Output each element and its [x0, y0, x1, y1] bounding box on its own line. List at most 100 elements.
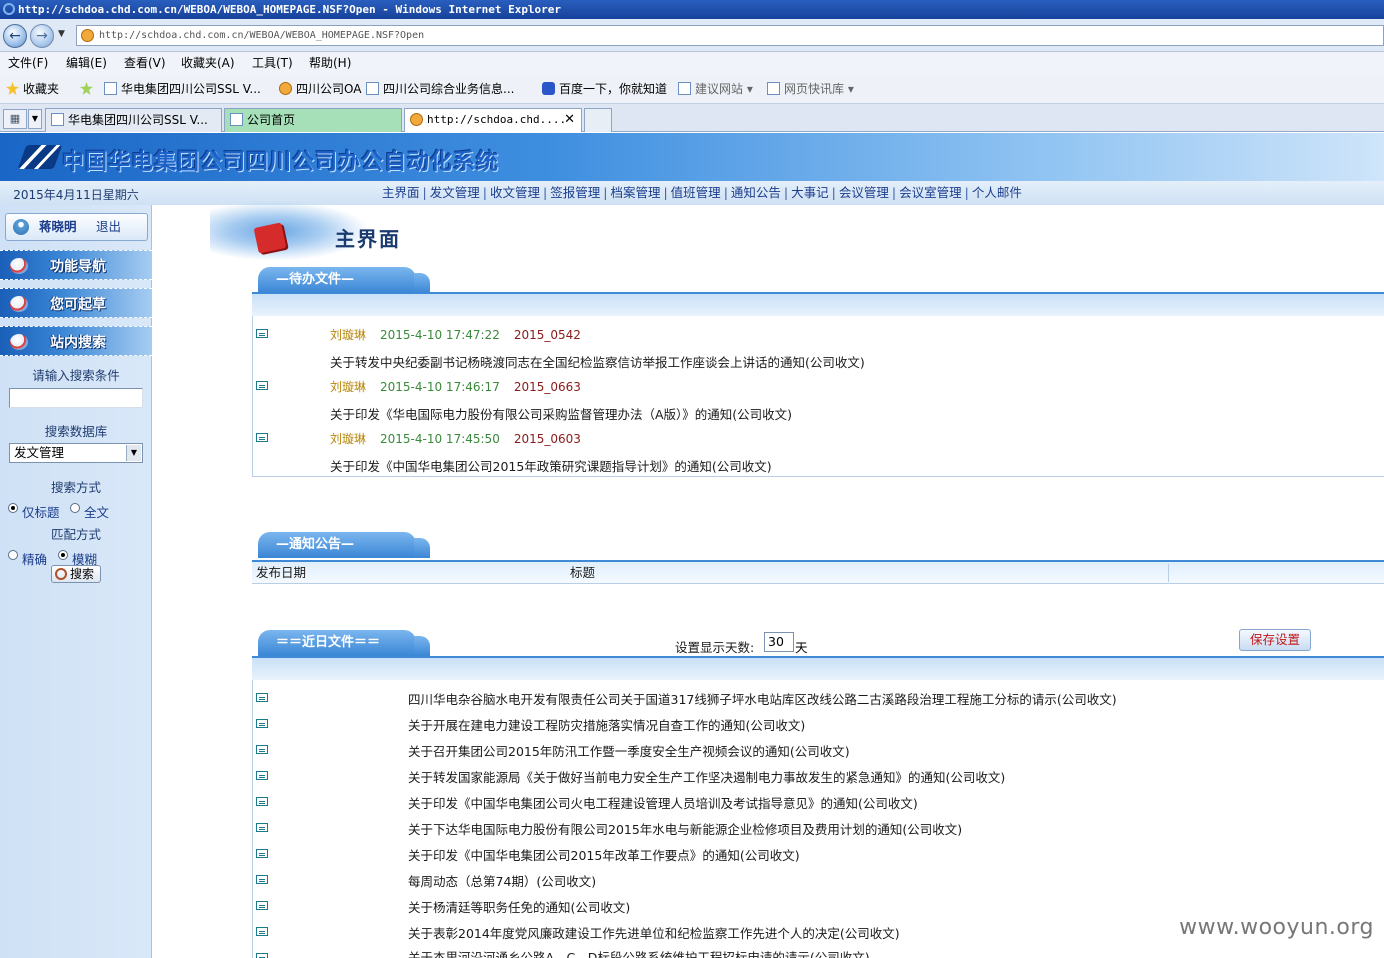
document-icon	[256, 329, 268, 338]
favorites-button[interactable]: 收藏夹	[6, 75, 59, 104]
pending-item-title[interactable]: 关于印发《中国华电集团公司2015年政策研究课题指导计划》的通知(公司收文)	[330, 456, 772, 475]
page-icon	[51, 113, 64, 126]
ie-logo-icon	[3, 3, 15, 15]
close-tab-icon[interactable]: ✕	[564, 109, 575, 131]
page-icon	[104, 82, 117, 95]
new-tab-button[interactable]	[584, 108, 612, 132]
nav-meeting-room[interactable]: 会议室管理	[899, 185, 962, 200]
recent-band	[252, 656, 1384, 680]
notice-col-date: 发布日期	[256, 565, 307, 580]
document-icon	[256, 953, 268, 958]
history-dropdown-icon[interactable]: ▼	[58, 29, 65, 39]
nav-notice[interactable]: 通知公告	[731, 185, 781, 200]
fav-link-info[interactable]: 四川公司综合业务信息...	[366, 75, 514, 104]
main-content: 主界面 —待办文件— 刘璇琳 2015-4-10 17:47:22 2015_054…	[152, 201, 1384, 958]
page-icon	[767, 82, 780, 95]
magnifier-icon	[55, 568, 67, 580]
nav-duty[interactable]: 值班管理	[671, 185, 721, 200]
document-icon	[256, 927, 268, 936]
recent-section-tab: ＝＝近日文件＝＝	[258, 630, 430, 656]
days-label: 设置显示天数:	[675, 640, 755, 655]
chevron-down-icon: ▼	[126, 445, 141, 461]
radio-exact[interactable]	[8, 550, 18, 560]
recent-item[interactable]: 关于开展在建电力建设工程防灾措施落实情况自查工作的通知(公司收文)	[408, 715, 805, 734]
pending-item-meta: 刘璇琳 2015-4-10 17:47:22 2015_0542	[330, 328, 581, 342]
forward-button[interactable]: →	[30, 24, 54, 48]
tab-home[interactable]: 公司首页	[224, 108, 402, 132]
user-name[interactable]: 蒋晓明	[39, 214, 77, 240]
menu-edit[interactable]: 编辑(E)	[66, 52, 107, 74]
fav-web-slice[interactable]: 网页快讯库 ▾	[767, 75, 854, 104]
nav-meeting[interactable]: 会议管理	[839, 185, 889, 200]
radio-full-text[interactable]	[70, 503, 80, 513]
nav-archive[interactable]: 档案管理	[610, 185, 660, 200]
baidu-paw-icon	[542, 82, 555, 95]
address-input[interactable]: http://schdoa.chd.com.cn/WEBOA/WEBOA_HOM…	[76, 25, 1384, 46]
tab-list-dropdown-icon[interactable]: ▼	[28, 109, 42, 129]
app-banner: 中国华电集团公司四川公司办公自动化系统	[0, 133, 1384, 181]
menu-help[interactable]: 帮助(H)	[309, 52, 351, 74]
nav-approval[interactable]: 签报管理	[550, 185, 600, 200]
fav-suggested-sites[interactable]: 建议网站 ▾	[678, 75, 753, 104]
notice-section-tab: —通知公告—	[258, 532, 430, 558]
add-favorite-icon[interactable]	[80, 75, 97, 104]
document-icon	[256, 433, 268, 442]
recent-item[interactable]: 关于印发《中国华电集团公司火电工程建设管理人员培训及考试指导意见》的通知(公司收…	[408, 793, 918, 812]
menu-favorites[interactable]: 收藏夹(A)	[181, 52, 235, 74]
fav-link-ssl[interactable]: 华电集团四川公司SSL V...	[104, 75, 261, 104]
nav-outgoing[interactable]: 发文管理	[430, 185, 480, 200]
nav-mail[interactable]: 个人邮件	[972, 185, 1022, 200]
notice-col-title: 标题	[570, 565, 596, 580]
radio-title-only[interactable]	[8, 503, 18, 513]
recent-item[interactable]: 关于下达华电国际电力股份有限公司2015年水电与新能源企业检修项目及费用计划的通…	[408, 819, 962, 838]
back-button[interactable]: ←	[3, 24, 27, 48]
document-icon	[256, 771, 268, 780]
recent-item[interactable]: 关于杰里河沿河通乡公路A、C、D标段公路系统维护工程招标申请的请示(公司收文)	[408, 947, 870, 958]
site-icon	[279, 82, 292, 95]
page-title: 主界面	[335, 227, 401, 251]
db-label: 搜索数据库	[44, 424, 108, 439]
recent-item[interactable]: 每周动态（总第74期）(公司收文)	[408, 871, 596, 890]
menu-file[interactable]: 文件(F)	[8, 52, 48, 74]
menu-bar: 文件(F) 编辑(E) 查看(V) 收藏夹(A) 工具(T) 帮助(H)	[0, 52, 1384, 75]
document-icon	[256, 745, 268, 754]
window-title: http://schdoa.chd.com.cn/WEBOA/WEBOA_HOM…	[18, 3, 562, 16]
recent-item[interactable]: 四川华电杂谷脑水电开发有限责任公司关于国道317线狮子坪水电站库区改线公路二古溪…	[408, 689, 1117, 708]
recent-item[interactable]: 关于表彰2014年度党风廉政建设工作先进单位和纪检监察工作先进个人的决定(公司收…	[408, 923, 900, 942]
tab-current[interactable]: http://schdoa.chd.... ✕	[404, 108, 582, 132]
logout-link[interactable]: 退出	[96, 214, 121, 240]
pending-item-title[interactable]: 关于转发中央纪委副书记杨晓渡同志在全国纪检监察信访举报工作座谈会上讲话的通知(公…	[330, 352, 865, 371]
search-input[interactable]	[9, 388, 143, 408]
watermark: www.wooyun.org	[1179, 915, 1374, 940]
menu-tools[interactable]: 工具(T)	[252, 52, 293, 74]
menu-view[interactable]: 查看(V)	[124, 52, 166, 74]
sidebar-header-nav[interactable]: 功能导航	[0, 250, 152, 280]
quick-tabs-icon[interactable]: ▦	[3, 109, 27, 129]
user-box: 蒋晓明 退出	[5, 213, 148, 241]
recent-item[interactable]: 关于转发国家能源局《关于做好当前电力安全生产工作坚决遏制电力事故发生的紧急通知》…	[408, 767, 1005, 786]
top-nav-bar: 2015年4月11日星期六 主界面 | 发文管理 | 收文管理 | 签报管理 | 档案管理 | 值班…	[0, 181, 1384, 205]
page-icon	[230, 113, 243, 126]
recent-item[interactable]: 关于杨清廷等职务任免的通知(公司收文)	[408, 897, 630, 916]
save-settings-button[interactable]: 保存设置	[1239, 629, 1311, 651]
fav-link-baidu[interactable]: 百度一下，你就知道	[542, 75, 667, 104]
radio-fuzzy[interactable]	[58, 550, 68, 560]
recent-item[interactable]: 关于印发《中国华电集团公司2015年改革工作要点》的通知(公司收文)	[408, 845, 800, 864]
database-select[interactable]: 发文管理 ▼	[9, 443, 143, 463]
nav-events[interactable]: 大事记	[791, 185, 829, 200]
sidebar-header-search[interactable]: 站内搜索	[0, 326, 152, 356]
sidebar-header-draft[interactable]: 您可起草	[0, 288, 152, 318]
recent-item[interactable]: 关于召开集团公司2015年防汛工作暨一季度安全生产视频会议的通知(公司收文)	[408, 741, 850, 760]
search-button[interactable]: 搜索	[51, 565, 101, 583]
fav-link-oa[interactable]: 四川公司OA	[279, 75, 361, 104]
star-icon	[6, 82, 19, 95]
nav-incoming[interactable]: 收文管理	[490, 185, 540, 200]
nav-home[interactable]: 主界面	[382, 185, 420, 200]
days-input[interactable]: 30	[764, 632, 794, 652]
main-nav: 主界面 | 发文管理 | 收文管理 | 签报管理 | 档案管理 | 值班管理 | 通知公告 | 大事记 | 会议…	[382, 185, 1022, 200]
pending-item-title[interactable]: 关于印发《华电国际电力股份有限公司采购监督管理办法（A版）》的通知(公司收文)	[330, 404, 792, 423]
tab-ssl[interactable]: 华电集团四川公司SSL V...	[45, 108, 222, 132]
address-toolbar: ← → ▼ http://schdoa.chd.com.cn/WEBOA/WEB…	[0, 19, 1384, 52]
document-icon	[256, 901, 268, 910]
search-prompt-label: 请输入搜索条件	[32, 368, 120, 383]
